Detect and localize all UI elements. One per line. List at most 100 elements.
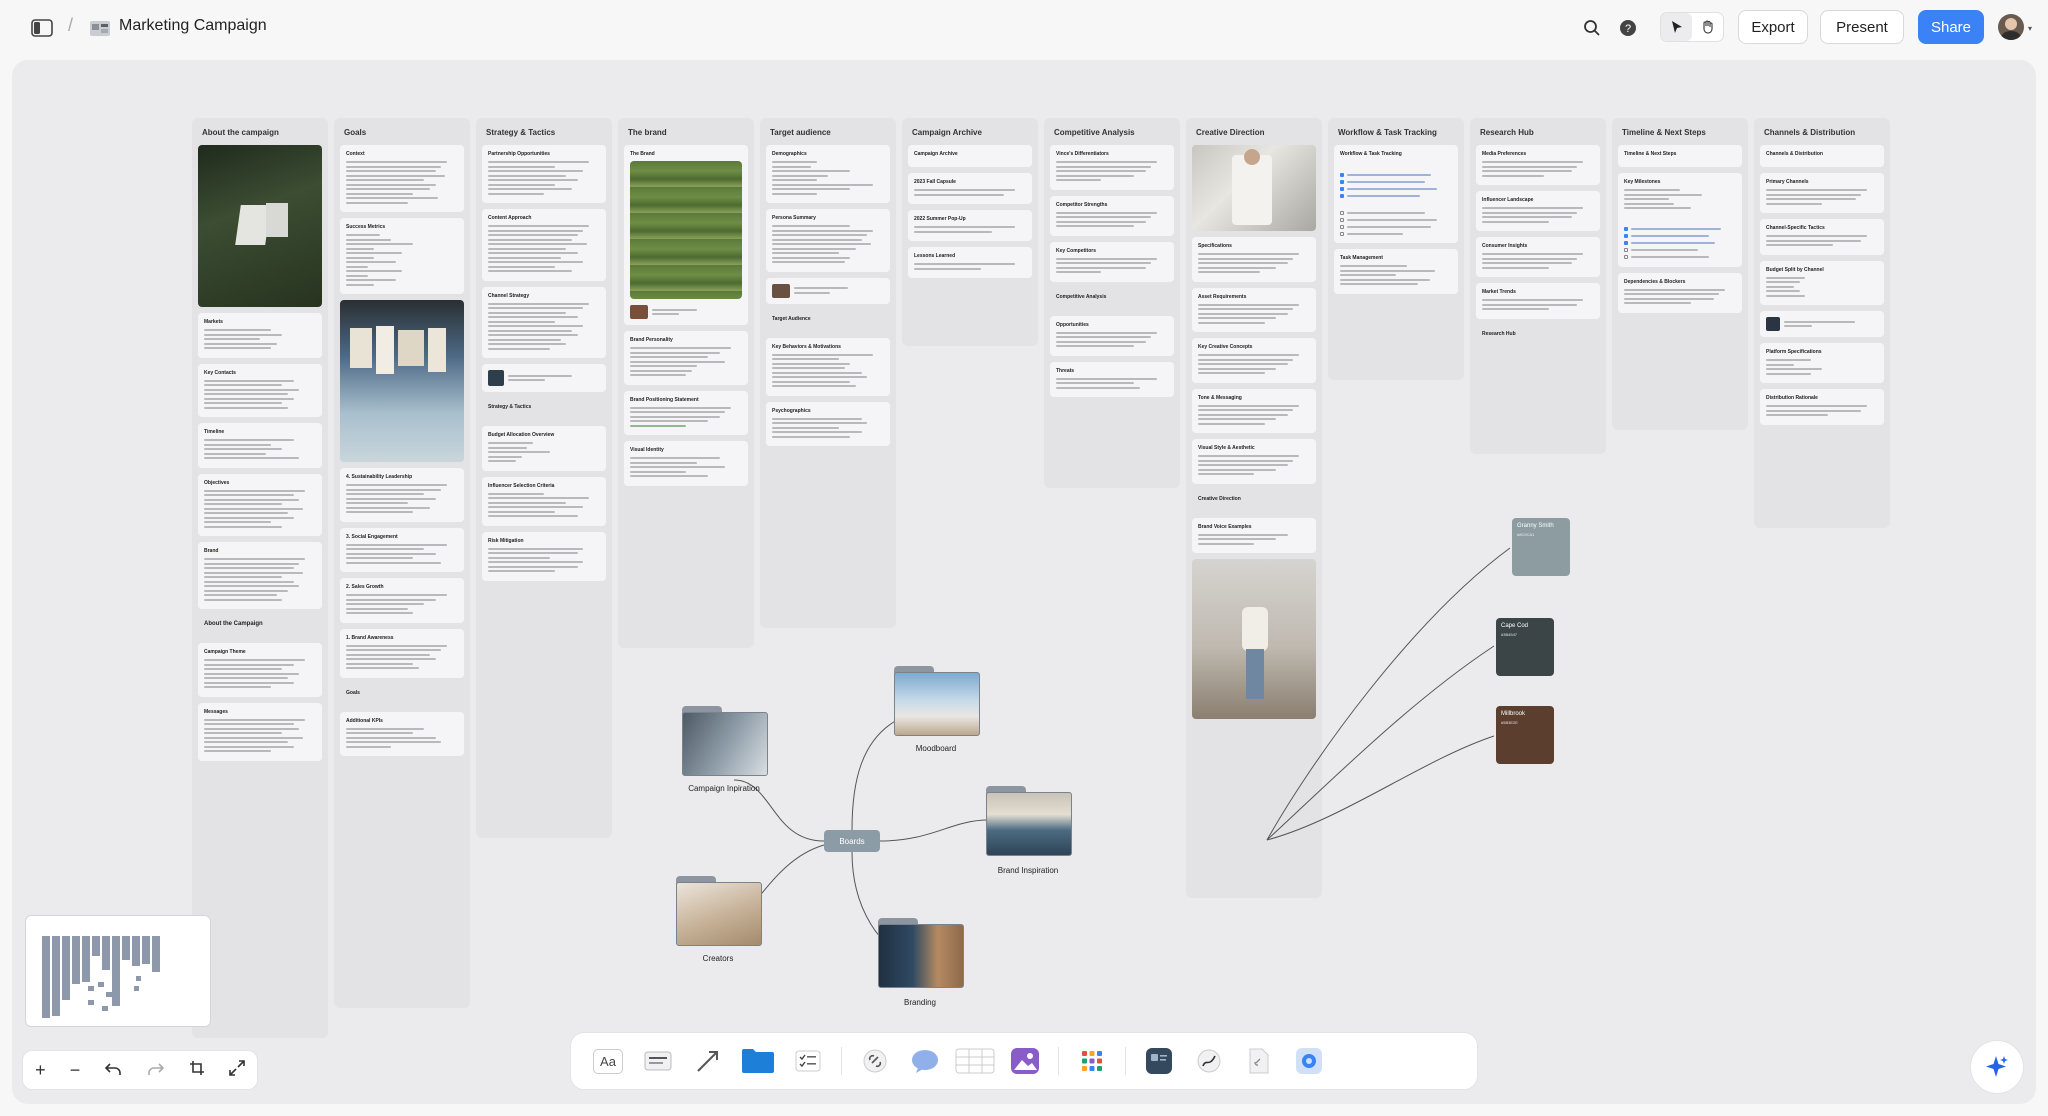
fit-to-screen-icon[interactable] bbox=[229, 1059, 245, 1081]
card-goals[interactable]: Goals bbox=[340, 684, 464, 706]
zoom-in-button[interactable]: + bbox=[35, 1060, 46, 1081]
card-influencer-selection[interactable]: Influencer Selection Criteria bbox=[482, 476, 606, 526]
card-platform-specifications[interactable]: Platform Specifications bbox=[1760, 343, 1884, 383]
document-card-icon[interactable] bbox=[1136, 1041, 1182, 1081]
card-opportunities[interactable]: Opportunities bbox=[1050, 315, 1174, 356]
column-timeline-next-steps[interactable]: Timeline & Next Steps Timeline & Next St… bbox=[1612, 118, 1748, 430]
card-brand-voice[interactable]: Brand Voice Examples bbox=[1192, 517, 1316, 553]
card-additional-kpis[interactable]: Additional KPIs bbox=[340, 711, 464, 756]
card-influencer-landscape[interactable]: Influencer Landscape bbox=[1476, 191, 1600, 231]
card-media-preferences[interactable]: Media Preferences bbox=[1476, 145, 1600, 185]
color-swatch-millbrook[interactable]: Millbrook #5B3E2E bbox=[1496, 706, 1554, 764]
column-strategy-tactics[interactable]: Strategy & Tactics Partnership Opportuni… bbox=[476, 118, 612, 838]
text-tool-button[interactable]: Aa bbox=[585, 1041, 631, 1081]
card-customer-persona[interactable] bbox=[766, 277, 890, 304]
card-brand[interactable]: Brand bbox=[198, 542, 322, 609]
checkbox-icon[interactable] bbox=[1624, 255, 1628, 259]
creative-photo-model[interactable] bbox=[1192, 559, 1316, 719]
color-swatch-granny-smith[interactable]: Granny Smith #8C9CA1 bbox=[1512, 518, 1570, 576]
checkbox-icon[interactable] bbox=[1340, 193, 1344, 198]
card-campaign-archive[interactable]: Campaign Archive bbox=[908, 145, 1032, 167]
card-brand-key-model[interactable] bbox=[482, 364, 606, 392]
card-research-hub[interactable]: Research Hub bbox=[1476, 325, 1600, 347]
column-channels-distribution[interactable]: Channels & Distribution Channels & Distr… bbox=[1754, 118, 1890, 528]
card-social-engagement[interactable]: 3. Social Engagement bbox=[340, 527, 464, 572]
card-objectives[interactable]: Objectives bbox=[198, 473, 322, 536]
card-consumer-insights[interactable]: Consumer Insights bbox=[1476, 237, 1600, 277]
card-brand-personality[interactable]: Brand Personality bbox=[624, 331, 748, 385]
web-embed-icon[interactable] bbox=[1286, 1041, 1332, 1081]
card-about-the-campaign[interactable]: About the Campaign bbox=[198, 615, 322, 637]
card-lessons-learned[interactable]: Lessons Learned bbox=[908, 247, 1032, 278]
card-risk-mitigation[interactable]: Risk Mitigation bbox=[482, 531, 606, 581]
checkbox-icon[interactable] bbox=[1340, 217, 1344, 222]
card-differentiators[interactable]: Vince's Differentiators bbox=[1050, 145, 1174, 190]
link-icon[interactable] bbox=[852, 1041, 898, 1081]
card-distribution-rationale[interactable]: Distribution Rationale bbox=[1760, 389, 1884, 425]
hand-icon[interactable] bbox=[1692, 13, 1723, 41]
folder-moodboard[interactable] bbox=[894, 666, 980, 736]
export-button[interactable]: Export bbox=[1738, 10, 1808, 44]
checkbox-icon[interactable] bbox=[1340, 210, 1344, 215]
folder-creators[interactable] bbox=[676, 876, 762, 946]
card-budget-split[interactable]: Budget Split by Channel bbox=[1760, 260, 1884, 305]
card-context[interactable]: Context bbox=[340, 145, 464, 212]
redo-icon[interactable] bbox=[147, 1060, 165, 1081]
share-button[interactable]: Share bbox=[1918, 10, 1984, 44]
campaign-photo-clothesline[interactable] bbox=[340, 300, 464, 462]
card-timeline[interactable]: Timeline bbox=[198, 423, 322, 468]
present-button[interactable]: Present bbox=[1820, 10, 1904, 44]
card-channel-specific-tactics[interactable]: Channel-Specific Tactics bbox=[1760, 219, 1884, 255]
card-tone-messaging[interactable]: Tone & Messaging bbox=[1192, 388, 1316, 433]
card-timeline-next-steps[interactable]: Timeline & Next Steps bbox=[1618, 145, 1742, 167]
undo-icon[interactable] bbox=[104, 1060, 122, 1081]
card-sustainability-leadership[interactable]: 4. Sustainability Leadership bbox=[340, 468, 464, 522]
campaign-photo-laundry[interactable] bbox=[198, 145, 322, 307]
folder-campaign-inspiration[interactable] bbox=[682, 706, 768, 776]
file-upload-icon[interactable] bbox=[1236, 1041, 1282, 1081]
cursor-icon[interactable] bbox=[1661, 13, 1692, 41]
card-partnership-opportunities[interactable]: Partnership Opportunities bbox=[482, 145, 606, 203]
card-markets[interactable]: Markets bbox=[198, 313, 322, 358]
card-channel-strategy[interactable]: Channel Strategy bbox=[482, 286, 606, 358]
avatar[interactable] bbox=[1998, 14, 2024, 40]
zoom-out-button[interactable]: − bbox=[70, 1060, 81, 1081]
card-market-trends[interactable]: Market Trends bbox=[1476, 283, 1600, 319]
table-icon[interactable] bbox=[952, 1041, 998, 1081]
card-2022-summer-popup[interactable]: 2022 Summer Pop-Up bbox=[908, 210, 1032, 241]
image-icon[interactable] bbox=[1002, 1041, 1048, 1081]
folder-branding[interactable] bbox=[878, 918, 964, 988]
card-strategy-tactics[interactable]: Strategy & Tactics bbox=[482, 398, 606, 420]
column-the-brand[interactable]: The brand The Brand Brand Personality Br… bbox=[618, 118, 754, 648]
column-creative-direction[interactable]: Creative Direction Specifications Asset … bbox=[1186, 118, 1322, 898]
arrow-tool-icon[interactable] bbox=[685, 1041, 731, 1081]
checkbox-icon[interactable] bbox=[1624, 248, 1628, 252]
column-target-audience[interactable]: Target audience Demographics Persona Sum… bbox=[760, 118, 896, 628]
card-linked-document[interactable] bbox=[1760, 311, 1884, 337]
card-visual-style[interactable]: Visual Style & Aesthetic bbox=[1192, 439, 1316, 484]
checkbox-icon[interactable] bbox=[1340, 186, 1344, 191]
note-tool-icon[interactable] bbox=[635, 1041, 681, 1081]
card-key-behaviors[interactable]: Key Behaviors & Motivations bbox=[766, 337, 890, 396]
apps-grid-icon[interactable] bbox=[1069, 1041, 1115, 1081]
checkbox-icon[interactable] bbox=[1340, 224, 1344, 229]
card-competitive-analysis[interactable]: Competitive Analysis bbox=[1050, 288, 1174, 310]
card-threats[interactable]: Threats bbox=[1050, 361, 1174, 397]
board-folder-icon[interactable] bbox=[735, 1041, 781, 1081]
card-visual-identity[interactable]: Visual Identity bbox=[624, 441, 748, 486]
column-goals[interactable]: Goals Context Success Metrics 4. Sustain… bbox=[334, 118, 470, 1008]
card-dependencies-blockers[interactable]: Dependencies & Blockers bbox=[1618, 272, 1742, 313]
checkbox-icon[interactable] bbox=[1340, 172, 1344, 177]
card-success-metrics[interactable]: Success Metrics bbox=[340, 218, 464, 294]
card-messages[interactable]: Messages bbox=[198, 702, 322, 761]
card-2023-fall-capsule[interactable]: 2023 Fall Capsule bbox=[908, 173, 1032, 204]
checkbox-icon[interactable] bbox=[1340, 231, 1344, 236]
search-icon[interactable] bbox=[1578, 14, 1606, 42]
card-demographics[interactable]: Demographics bbox=[766, 145, 890, 203]
column-competitive-analysis[interactable]: Competitive Analysis Vince's Differentia… bbox=[1044, 118, 1180, 488]
board-canvas[interactable]: About the campaign Markets Key Contacts … bbox=[12, 60, 2036, 1104]
boards-node[interactable]: Boards bbox=[824, 830, 880, 852]
creative-photo-shirt[interactable] bbox=[1192, 145, 1316, 231]
card-competitor-strengths[interactable]: Competitor Strengths bbox=[1050, 195, 1174, 236]
help-icon[interactable]: ? bbox=[1614, 14, 1642, 42]
